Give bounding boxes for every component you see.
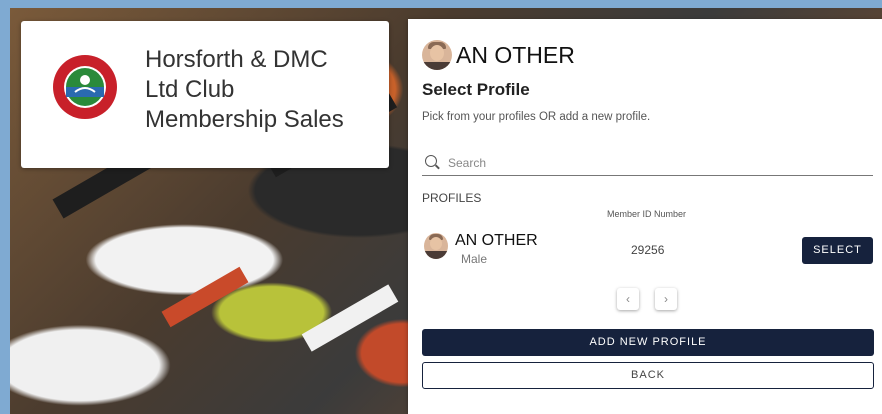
frame-left <box>0 0 10 414</box>
search-field[interactable] <box>422 149 873 176</box>
current-user: AN OTHER <box>422 40 575 70</box>
chevron-right-icon[interactable]: › <box>655 288 677 310</box>
add-new-profile-button[interactable]: ADD NEW PROFILE <box>422 329 874 356</box>
club-logo <box>53 55 117 119</box>
frame-top <box>0 0 882 8</box>
search-input[interactable] <box>446 152 870 174</box>
back-button[interactable]: BACK <box>422 362 874 389</box>
brand-card: Horsforth & DMC Ltd Club Membership Sale… <box>21 21 389 168</box>
select-profile-button[interactable]: SELECT <box>802 237 873 264</box>
profile-member-id: 29256 <box>631 243 665 257</box>
profile-panel: AN OTHER Select Profile Pick from your p… <box>408 19 882 414</box>
search-icon <box>425 155 437 167</box>
brand-title-line: Horsforth & DMC <box>145 46 328 73</box>
brand-title: Horsforth & DMC Ltd Club Membership Sale… <box>145 45 375 135</box>
profile-row: AN OTHER Male 29256 SELECT <box>422 231 874 281</box>
user-name: AN OTHER <box>456 41 575 68</box>
profile-name: AN OTHER <box>455 232 538 249</box>
profiles-section-label: PROFILES <box>422 191 482 205</box>
profile-avatar <box>424 233 448 259</box>
brand-title-line: Membership Sales <box>145 106 344 133</box>
user-avatar <box>422 40 452 70</box>
page-subtitle: Pick from your profiles OR add a new pro… <box>422 111 651 123</box>
brand-title-line: Ltd Club <box>145 76 235 103</box>
member-id-column-header: Member ID Number <box>607 209 687 219</box>
chevron-left-icon[interactable]: ‹ <box>617 288 639 310</box>
page-title: Select Profile <box>422 80 530 99</box>
profile-sex: Male <box>461 252 488 266</box>
